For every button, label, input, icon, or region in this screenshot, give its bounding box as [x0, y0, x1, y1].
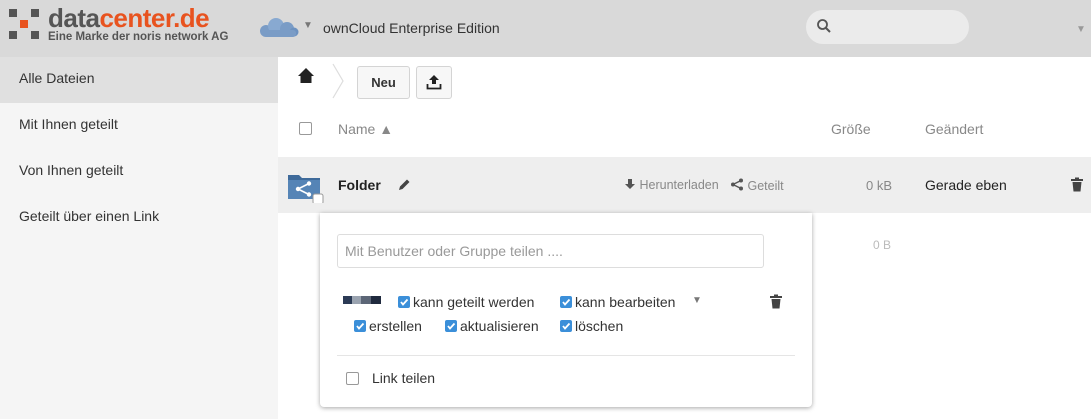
sidebar-item-shared-with-you[interactable]: Mit Ihnen geteilt [0, 103, 278, 149]
summary-size: 0 B [873, 238, 892, 252]
search-icon [817, 19, 831, 33]
permission-can-edit[interactable]: kann bearbeiten [560, 294, 675, 310]
link-share-label[interactable]: Link teilen [372, 370, 435, 386]
file-size: 0 kB [866, 178, 893, 193]
brand-logo [9, 9, 39, 39]
share-action[interactable]: Geteilt [730, 178, 784, 193]
column-header-modified[interactable]: Geändert [925, 121, 983, 137]
breadcrumb-separator-icon [332, 63, 344, 99]
permission-delete-label: löschen [575, 318, 624, 334]
upload-icon [426, 75, 442, 90]
permission-create-label: erstellen [369, 318, 422, 334]
home-icon[interactable] [297, 67, 315, 85]
permission-update-label: aktualisieren [460, 318, 539, 334]
header: datacenter.de Eine Marke der noris netwo… [0, 0, 1091, 57]
share-recipient-avatar [343, 296, 381, 304]
link-share-checkbox[interactable] [346, 372, 359, 385]
app-menu-button[interactable]: ▼ [256, 16, 316, 40]
share-icon [731, 178, 743, 191]
dropdown-divider [337, 355, 795, 356]
share-with-input[interactable] [337, 234, 764, 268]
permission-can-share-label: kann geteilt werden [413, 294, 535, 310]
new-button[interactable]: Neu [357, 66, 410, 99]
rename-pencil-icon[interactable] [396, 177, 412, 193]
sidebar-item-all-files[interactable]: Alle Dateien [0, 57, 278, 103]
column-header-size[interactable]: Größe [831, 121, 871, 137]
brand-tagline: Eine Marke der noris network AG [48, 31, 229, 43]
permission-create[interactable]: erstellen [354, 318, 422, 334]
checkbox-checked-icon [445, 320, 457, 332]
remove-share-trash-icon[interactable] [769, 294, 783, 309]
checkbox-checked-icon [560, 320, 572, 332]
download-icon [625, 179, 635, 189]
select-all-checkbox[interactable] [299, 122, 312, 135]
permission-can-edit-label: kann bearbeiten [575, 294, 676, 310]
column-header-name[interactable]: Name ▲ [338, 121, 393, 137]
permission-delete[interactable]: löschen [560, 318, 623, 334]
checkbox-checked-icon [560, 296, 572, 308]
chevron-down-icon[interactable]: ▼ [692, 295, 702, 306]
sidebar-item-shared-by-you[interactable]: Von Ihnen geteilt [0, 149, 278, 195]
user-menu-chevron-icon[interactable]: ▼ [1076, 24, 1086, 35]
download-action[interactable]: Herunterladen [624, 178, 719, 192]
sidebar: Alle Dateien Mit Ihnen geteilt Von Ihnen… [0, 57, 278, 419]
chevron-down-icon: ▼ [303, 20, 313, 31]
shared-folder-icon[interactable] [287, 171, 325, 203]
cloud-icon [260, 18, 299, 37]
brand-name: datacenter.de [48, 3, 210, 33]
upload-button[interactable] [416, 66, 452, 99]
app-title: ownCloud Enterprise Edition [323, 20, 500, 36]
file-name-link[interactable]: Folder [338, 177, 381, 193]
share-label: Geteilt [747, 179, 784, 193]
checkbox-checked-icon [398, 296, 410, 308]
file-modified: Gerade eben [925, 177, 1007, 193]
delete-trash-icon[interactable] [1070, 177, 1084, 192]
checkbox-checked-icon [354, 320, 366, 332]
permission-update[interactable]: aktualisieren [445, 318, 539, 334]
sidebar-item-shared-by-link[interactable]: Geteilt über einen Link [0, 195, 278, 241]
permission-can-share[interactable]: kann geteilt werden [398, 294, 534, 310]
download-label: Herunterladen [639, 178, 719, 192]
